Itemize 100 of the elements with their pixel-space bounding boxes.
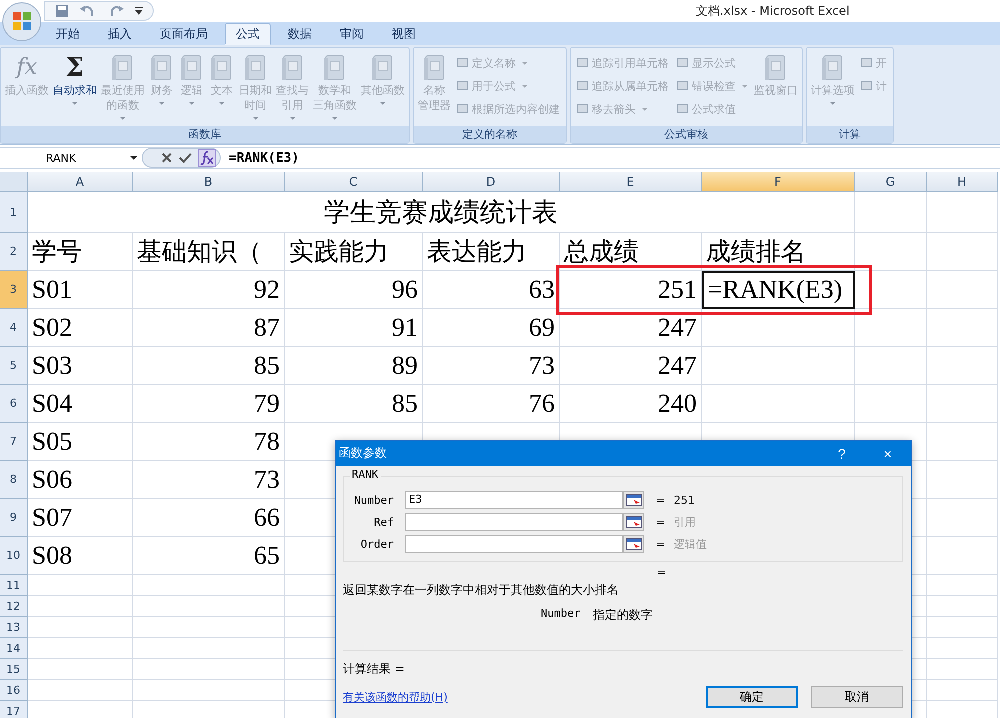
table-cell	[927, 659, 998, 680]
row-header[interactable]: 5	[0, 347, 28, 385]
book-icon	[242, 53, 268, 83]
column-header[interactable]: H	[927, 172, 998, 192]
row-header[interactable]: 13	[0, 617, 28, 638]
document-icon	[577, 57, 589, 69]
cancel-button[interactable]: 取消	[811, 686, 903, 708]
argument-name: Number	[541, 607, 581, 622]
cancel-icon[interactable]	[161, 152, 173, 164]
header-cell: 学号	[28, 233, 133, 271]
document-icon	[677, 57, 689, 69]
equals-sign: =	[656, 538, 666, 550]
argument-field[interactable]	[405, 535, 623, 553]
column-header[interactable]: B	[133, 172, 285, 192]
book-icon	[280, 53, 306, 83]
table-cell: 85	[285, 385, 423, 423]
row-header[interactable]: 16	[0, 680, 28, 701]
row-header[interactable]: 3	[0, 271, 28, 309]
table-cell	[927, 423, 998, 461]
ribbon-button[interactable]: Σ 自动求和	[52, 51, 98, 110]
row-header[interactable]: 4	[0, 309, 28, 347]
table-cell: 76	[423, 385, 560, 423]
table-cell: 96	[285, 271, 423, 309]
close-button[interactable]: ×	[865, 441, 911, 466]
window-title: 文档.xlsx - Microsoft Excel	[696, 3, 850, 20]
table-cell	[927, 680, 998, 701]
table-cell	[927, 309, 998, 347]
table-cell: 251	[560, 271, 702, 309]
table-cell	[927, 347, 998, 385]
row-header[interactable]: 9	[0, 499, 28, 537]
argument-result: 251	[674, 494, 695, 506]
table-cell: 65	[133, 537, 285, 575]
table-cell	[927, 385, 998, 423]
table-cell: 91	[285, 309, 423, 347]
header-cell: 总成绩	[560, 233, 702, 271]
row-header[interactable]: 11	[0, 575, 28, 596]
ok-button[interactable]: 确定	[706, 686, 798, 708]
table-cell: 73	[133, 461, 285, 499]
help-link[interactable]: 有关该函数的帮助(H)	[343, 690, 448, 704]
ribbon-tab[interactable]: 公式	[225, 23, 271, 45]
table-cell	[927, 575, 998, 596]
range-picker-button[interactable]	[623, 513, 644, 531]
document-icon	[677, 103, 689, 115]
ribbon-tab[interactable]: 视图	[381, 23, 427, 45]
table-cell	[855, 192, 927, 233]
book-icon	[422, 53, 448, 83]
enter-icon[interactable]	[179, 152, 192, 164]
save-icon[interactable]	[55, 4, 69, 18]
table-cell: 85	[133, 347, 285, 385]
equals-sign: =	[657, 566, 666, 579]
customize-caret-icon[interactable]	[135, 6, 143, 16]
table-cell	[927, 461, 998, 499]
row-header[interactable]: 6	[0, 385, 28, 423]
insert-function-icon[interactable]	[198, 149, 216, 167]
row-header[interactable]: 2	[0, 233, 28, 271]
argument-result: 引用	[674, 514, 696, 530]
formula-input[interactable]: =RANK(E3)	[229, 150, 300, 166]
table-cell	[927, 537, 998, 575]
table-cell: S04	[28, 385, 133, 423]
column-header[interactable]: D	[423, 172, 560, 192]
table-cell	[927, 596, 998, 617]
function-description: 返回某数字在一列数字中相对于其他数值的大小排名	[343, 582, 619, 599]
ribbon-tab[interactable]: 开始	[45, 23, 91, 45]
name-box[interactable]: RANK	[0, 152, 142, 164]
document-icon	[861, 80, 873, 92]
argument-label: Ref	[373, 516, 394, 528]
equals-sign: =	[656, 494, 666, 506]
header-cell: 基础知识（	[133, 233, 285, 271]
group-label: 公式审核	[571, 126, 802, 143]
column-header[interactable]: E	[560, 172, 702, 192]
range-picker-button[interactable]	[623, 535, 644, 553]
range-picker-button[interactable]	[623, 491, 644, 509]
row-header[interactable]: 15	[0, 659, 28, 680]
row-header[interactable]: 10	[0, 537, 28, 575]
row-header[interactable]: 17	[0, 701, 28, 718]
column-header[interactable]: G	[855, 172, 927, 192]
row-header[interactable]: 8	[0, 461, 28, 499]
table-cell	[855, 271, 927, 309]
row-header[interactable]: 7	[0, 423, 28, 461]
column-header[interactable]: A	[28, 172, 133, 192]
table-cell: 92	[133, 271, 285, 309]
row-header[interactable]: 12	[0, 596, 28, 617]
ribbon-tab[interactable]: 审阅	[329, 23, 375, 45]
ribbon-tab[interactable]: 数据	[277, 23, 323, 45]
ribbon-tab[interactable]: 页面布局	[149, 23, 219, 45]
ribbon-tab[interactable]: 插入	[97, 23, 143, 45]
group-label: 函数库	[1, 126, 409, 143]
table-cell: 89	[285, 347, 423, 385]
help-button[interactable]: ?	[819, 441, 865, 466]
argument-field[interactable]	[405, 513, 623, 531]
row-header[interactable]: 14	[0, 638, 28, 659]
document-icon	[577, 103, 589, 115]
header-cell: 实践能力	[285, 233, 423, 271]
column-header[interactable]: C	[285, 172, 423, 192]
table-cell: 73	[423, 347, 560, 385]
argument-field[interactable]: E3	[405, 491, 623, 509]
column-header[interactable]: F	[702, 172, 855, 192]
document-icon	[577, 80, 589, 92]
row-header[interactable]: 1	[0, 192, 28, 233]
header-cell: 表达能力	[423, 233, 560, 271]
